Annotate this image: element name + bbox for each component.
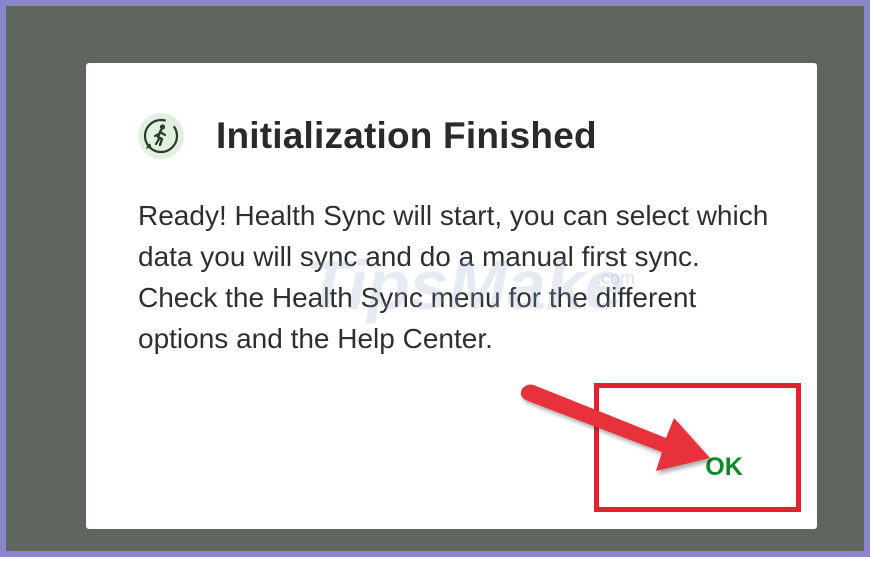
dialog-message: Ready! Health Sync will start, you can s…	[138, 200, 769, 354]
dialog-header: Initialization Finished	[138, 113, 597, 159]
initialization-dialog: Initialization Finished Ready! Health Sy…	[86, 63, 817, 529]
walking-person-icon	[138, 113, 184, 159]
screen-frame: Initialization Finished Ready! Health Sy…	[0, 0, 870, 557]
ok-button[interactable]: OK	[686, 448, 762, 486]
dialog-title: Initialization Finished	[216, 115, 597, 156]
